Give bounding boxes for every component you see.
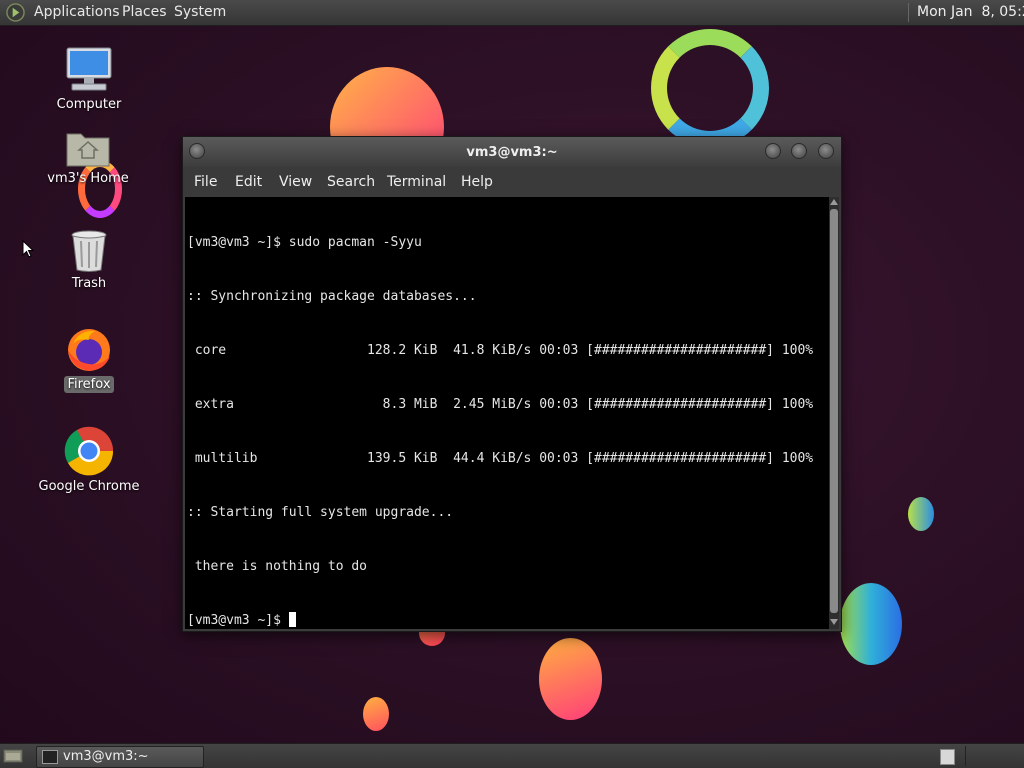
distro-logo-icon[interactable] bbox=[6, 3, 25, 22]
mouse-pointer-icon bbox=[22, 240, 34, 258]
menu-edit[interactable]: Edit bbox=[235, 174, 262, 190]
terminal-output[interactable]: [vm3@vm3 ~]$ sudo pacman -Syyu :: Synchr… bbox=[185, 197, 829, 629]
text-cursor bbox=[288, 612, 296, 627]
places-menu[interactable]: Places bbox=[122, 4, 167, 20]
scroll-down-icon[interactable] bbox=[830, 619, 838, 625]
window-title: vm3@vm3:~ bbox=[466, 145, 558, 160]
desktop-icon-trash[interactable]: Trash bbox=[34, 229, 144, 292]
terminal-line: [vm3@vm3 ~]$ sudo pacman -Syyu bbox=[187, 235, 422, 250]
desktop-icon-home[interactable]: vm3's Home bbox=[33, 128, 143, 187]
terminal-line: extra 8.3 MiB 2.45 MiB/s 00:03 [########… bbox=[187, 397, 814, 412]
menu-help[interactable]: Help bbox=[461, 174, 493, 190]
applications-menu[interactable]: Applications bbox=[34, 4, 120, 20]
terminal-icon bbox=[42, 750, 58, 764]
taskbar-label: vm3@vm3:~ bbox=[63, 749, 149, 764]
desktop-icon-chrome[interactable]: Google Chrome bbox=[34, 426, 144, 495]
menu-file[interactable]: File bbox=[194, 174, 217, 190]
home-folder-icon bbox=[66, 133, 110, 167]
terminal-line: :: Synchronizing package databases... bbox=[187, 289, 477, 304]
deco-ring bbox=[651, 29, 769, 147]
deco-blue-bubble bbox=[908, 497, 934, 531]
bottom-panel: vm3@vm3:~ bbox=[0, 743, 1024, 768]
desktop-icon-computer[interactable]: Computer bbox=[34, 46, 144, 113]
chrome-icon bbox=[64, 426, 114, 476]
panel-separator bbox=[965, 746, 966, 766]
clock[interactable]: Mon Jan 8, 05:27 bbox=[917, 4, 1024, 20]
terminal-menubar: File Edit View Search Terminal Help bbox=[183, 167, 841, 196]
desktop-icon-label: vm3's Home bbox=[47, 171, 129, 186]
panel-separator bbox=[908, 3, 909, 22]
deco-tiny-bubble bbox=[363, 697, 389, 731]
deco-large-bubble bbox=[840, 583, 902, 665]
desktop-icon-label: Computer bbox=[56, 97, 122, 112]
computer-icon bbox=[66, 47, 112, 91]
terminal-scrollbar[interactable] bbox=[829, 197, 839, 629]
terminal-line: multilib 139.5 KiB 44.4 KiB/s 00:03 [###… bbox=[187, 451, 814, 466]
terminal-line: there is nothing to do bbox=[187, 559, 368, 574]
window-titlebar[interactable]: vm3@vm3:~ bbox=[183, 137, 841, 167]
desktop-icon-label: Google Chrome bbox=[38, 479, 140, 494]
workspace-switcher[interactable] bbox=[940, 749, 955, 765]
terminal-line: :: Starting full system upgrade... bbox=[187, 505, 454, 520]
top-panel: Applications Places System Mon Jan 8, 05… bbox=[0, 0, 1024, 26]
deco-pink-bubble bbox=[539, 638, 602, 720]
maximize-button[interactable] bbox=[791, 143, 807, 159]
close-button[interactable] bbox=[818, 143, 834, 159]
desktop-icon-firefox[interactable]: Firefox bbox=[34, 326, 144, 393]
terminal-line: core 128.2 KiB 41.8 KiB/s 00:03 [#######… bbox=[187, 343, 814, 358]
menu-search[interactable]: Search bbox=[327, 174, 375, 190]
terminal-window[interactable]: vm3@vm3:~ File Edit View Search Terminal… bbox=[182, 136, 842, 632]
scrollbar-thumb[interactable] bbox=[830, 209, 838, 613]
desktop-icon-label: Trash bbox=[71, 276, 107, 291]
taskbar-terminal-button[interactable]: vm3@vm3:~ bbox=[36, 746, 204, 768]
terminal-prompt: [vm3@vm3 ~]$ bbox=[187, 613, 289, 628]
show-desktop-icon[interactable] bbox=[3, 748, 23, 764]
system-menu[interactable]: System bbox=[174, 4, 226, 20]
scroll-up-icon[interactable] bbox=[830, 199, 838, 205]
minimize-button[interactable] bbox=[765, 143, 781, 159]
firefox-icon bbox=[68, 329, 110, 371]
menu-view[interactable]: View bbox=[279, 174, 312, 190]
menu-terminal[interactable]: Terminal bbox=[387, 174, 446, 190]
trash-icon bbox=[71, 230, 107, 272]
desktop-icon-label: Firefox bbox=[64, 376, 114, 393]
terminal-prompt-line: [vm3@vm3 ~]$ bbox=[187, 612, 813, 629]
